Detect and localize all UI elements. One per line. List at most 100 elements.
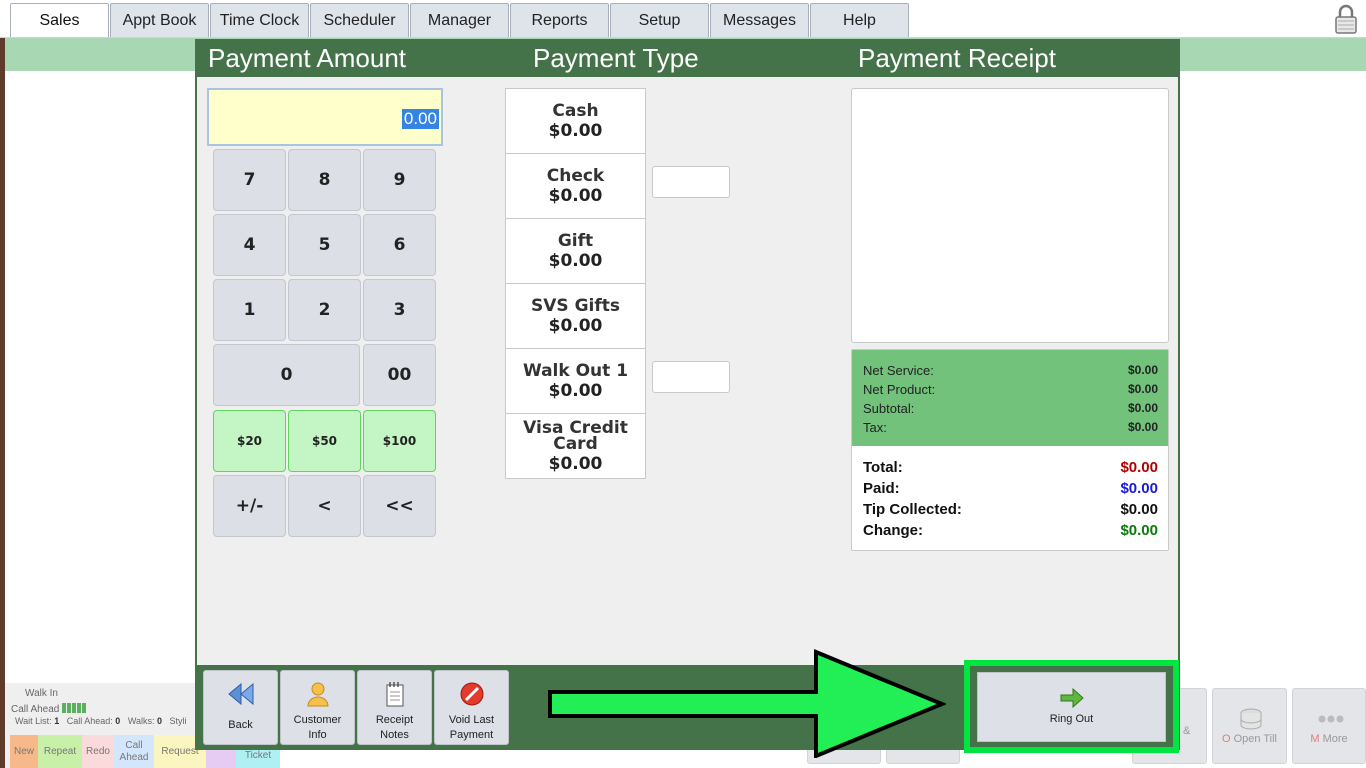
customer-info-label-line1: Customer <box>293 714 342 726</box>
tab-sales[interactable]: Sales <box>10 3 109 37</box>
legend-chip-new: New <box>10 735 38 768</box>
payment-type-name: Gift <box>557 231 594 251</box>
queue-counts: Wait List: 1 Call Ahead: 0 Walks: 0 Styl… <box>15 716 187 726</box>
payment-type-name: Walk Out 1 <box>522 361 629 381</box>
wait-list-count: 1 <box>54 716 60 726</box>
signal-bars-icon <box>62 703 87 716</box>
payment-type-cash[interactable]: Cash $0.00 <box>505 88 646 154</box>
quick-amount-50-button[interactable]: $50 <box>288 410 361 472</box>
payment-type-check[interactable]: Check $0.00 <box>505 153 646 219</box>
payment-type-visa-credit-card[interactable]: Visa Credit Card $0.00 <box>505 413 646 479</box>
lock-icon[interactable] <box>1334 4 1358 34</box>
keypad-2[interactable]: 2 <box>288 279 361 341</box>
tab-time-clock[interactable]: Time Clock <box>210 3 309 37</box>
payment-type-walk-out-1[interactable]: Walk Out 1 $0.00 <box>505 348 646 414</box>
keypad-clear[interactable]: << <box>363 475 436 537</box>
change-label: Change: <box>863 522 923 539</box>
net-product-label: Net Product: <box>863 382 936 397</box>
wait-list-label: Wait List: <box>15 716 52 726</box>
payment-amount-heading: Payment Amount <box>208 43 406 73</box>
total-label: Total: <box>863 459 903 476</box>
keypad-5[interactable]: 5 <box>288 214 361 276</box>
keypad-plus-minus[interactable]: +/- <box>213 475 286 537</box>
back-button[interactable]: Back <box>203 670 278 745</box>
stylist-label: Styli <box>169 716 187 726</box>
call-ahead-count-label: Call Ahead: <box>66 716 113 726</box>
payment-type-name: Cash <box>552 101 599 121</box>
tab-reports[interactable]: Reports <box>510 3 609 37</box>
quick-amount-20-button[interactable]: $20 <box>213 410 286 472</box>
walk-out-reference-input[interactable] <box>652 361 730 393</box>
payment-summary-subtotals: Net Service: $0.00 Net Product: $0.00 Subt… <box>852 350 1168 446</box>
paid-value: $0.00 <box>1120 480 1158 497</box>
legend-chip-redo: Redo <box>82 735 114 768</box>
keypad-00[interactable]: 00 <box>363 344 436 406</box>
tab-scheduler[interactable]: Scheduler <box>310 3 409 37</box>
more-label: More <box>1322 733 1348 745</box>
rewind-icon <box>227 682 253 706</box>
void-last-label-line2: Payment <box>449 729 494 741</box>
open-till-button[interactable]: O Open Till <box>1212 688 1287 764</box>
tip-collected-label: Tip Collected: <box>863 501 962 518</box>
void-last-label-line1: Void Last <box>448 714 495 726</box>
tab-manager[interactable]: Manager <box>410 3 509 37</box>
open-till-label: Open Till <box>1233 733 1278 745</box>
payment-type-name: SVS Gifts <box>531 296 620 316</box>
call-ahead-label: Call Ahead <box>11 704 60 716</box>
paid-label: Paid: <box>863 480 900 497</box>
notepad-icon <box>386 682 403 707</box>
back-label: Back <box>228 719 253 731</box>
payment-type-gift[interactable]: Gift $0.00 <box>505 218 646 284</box>
keypad-backspace[interactable]: < <box>288 475 361 537</box>
tab-help[interactable]: Help <box>810 3 909 37</box>
walk-in-label: Walk In <box>25 688 58 699</box>
payment-amount-value: 0.00 <box>401 109 439 129</box>
keypad-6[interactable]: 6 <box>363 214 436 276</box>
tab-setup[interactable]: Setup <box>610 3 709 37</box>
keypad-7[interactable]: 7 <box>213 149 286 211</box>
keypad-1[interactable]: 1 <box>213 279 286 341</box>
payment-dialog-header: Payment Amount Payment Type Payment Rece… <box>197 41 1178 77</box>
ring-out-highlight: Ring Out <box>964 660 1179 753</box>
ring-out-label: Ring Out <box>1049 713 1094 725</box>
walks-label: Walks: <box>127 716 155 726</box>
void-last-payment-button[interactable]: Void Last Payment <box>434 670 509 745</box>
payment-receipt-heading: Payment Receipt <box>858 43 1056 73</box>
net-service-value: $0.00 <box>1127 363 1158 377</box>
quick-amount-100-button[interactable]: $100 <box>363 410 436 472</box>
tab-messages[interactable]: Messages <box>710 3 809 37</box>
more-button[interactable]: M More <box>1292 688 1366 764</box>
keypad-9[interactable]: 9 <box>363 149 436 211</box>
customer-icon <box>306 682 329 707</box>
window-edge <box>0 0 5 768</box>
customer-info-button[interactable]: Customer Info <box>280 670 355 745</box>
change-value: $0.00 <box>1120 522 1158 539</box>
net-product-value: $0.00 <box>1127 382 1158 396</box>
payment-type-amount: $0.00 <box>548 121 603 141</box>
receipt-notes-label-line2: Notes <box>380 729 409 741</box>
tab-appt-book[interactable]: Appt Book <box>110 3 209 37</box>
subtotal-label: Subtotal: <box>863 401 915 416</box>
call-ahead-count: 0 <box>115 716 121 726</box>
receipt-notes-button[interactable]: Receipt Notes <box>357 670 432 745</box>
legend-chip-call-ahead: Call Ahead <box>114 735 154 768</box>
payment-dialog: Payment Amount Payment Type Payment Rece… <box>195 39 1180 750</box>
check-number-input[interactable] <box>652 166 730 198</box>
keypad-4[interactable]: 4 <box>213 214 286 276</box>
payment-receipt-preview <box>851 88 1169 343</box>
payment-type-name: Check <box>546 166 605 186</box>
more-dots-icon <box>1318 715 1344 723</box>
walks-count: 0 <box>157 716 163 726</box>
keypad-3[interactable]: 3 <box>363 279 436 341</box>
payment-type-svs-gifts[interactable]: SVS Gifts $0.00 <box>505 283 646 349</box>
void-icon <box>460 682 483 706</box>
keypad-8[interactable]: 8 <box>288 149 361 211</box>
main-tab-bar: Sales Appt Book Time Clock Scheduler Man… <box>0 0 1366 38</box>
tax-value: $0.00 <box>1127 420 1158 434</box>
payment-amount-input[interactable]: 0.00 <box>207 88 443 146</box>
keypad-0[interactable]: 0 <box>213 344 360 406</box>
ring-out-button[interactable]: Ring Out <box>977 672 1166 742</box>
subtotal-value: $0.00 <box>1127 401 1158 415</box>
receipt-notes-label-line1: Receipt <box>375 714 414 726</box>
background-button-label: & <box>1183 725 1191 737</box>
